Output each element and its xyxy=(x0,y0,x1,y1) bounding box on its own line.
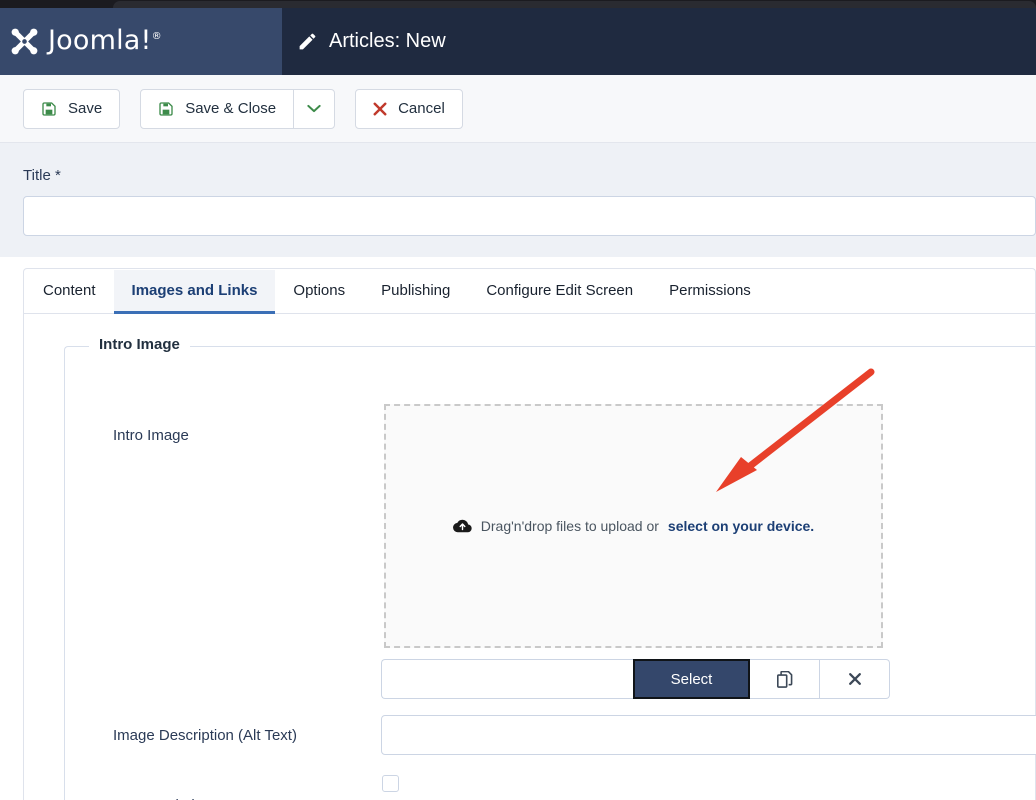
browser-chrome-strip xyxy=(0,0,1036,8)
tab-options[interactable]: Options xyxy=(275,270,363,314)
clear-image-button[interactable] xyxy=(820,659,890,699)
editor-card: Content Images and Links Options Publish… xyxy=(23,268,1036,800)
select-image-button-label: Select xyxy=(670,670,713,688)
joomla-wordmark: Joomla!® xyxy=(48,25,162,56)
joomla-logo[interactable]: Joomla!® xyxy=(8,25,162,58)
image-description-label: Image Description (Alt Text) xyxy=(113,727,297,744)
image-description-input[interactable] xyxy=(381,715,1036,755)
save-dropdown-toggle[interactable] xyxy=(293,89,334,128)
tab-content[interactable]: Content xyxy=(25,270,114,314)
save-button[interactable]: Save xyxy=(23,88,121,129)
tab-bar: Content Images and Links Options Publish… xyxy=(24,269,1035,314)
floppy-disk-icon xyxy=(159,101,173,116)
fieldset-legend: Intro Image xyxy=(89,336,190,353)
save-close-button-group: Save & Close xyxy=(140,88,336,129)
intro-image-path-input[interactable] xyxy=(381,659,633,699)
tab-permissions[interactable]: Permissions xyxy=(651,270,769,314)
page-title-area: Articles: New xyxy=(282,8,1036,75)
select-image-button[interactable]: Select xyxy=(633,659,750,699)
save-and-close-button[interactable]: Save & Close xyxy=(141,90,293,128)
intro-image-dropzone[interactable]: Drag'n'drop files to upload or select on… xyxy=(384,404,883,648)
save-and-close-label: Save & Close xyxy=(185,100,277,117)
title-input[interactable] xyxy=(23,196,1036,236)
toolbar: Save Save & Close Cancel xyxy=(0,75,1036,143)
page-title: Articles: New xyxy=(329,30,446,52)
chevron-down-icon xyxy=(307,104,321,113)
tab-configure-edit-screen[interactable]: Configure Edit Screen xyxy=(468,270,651,314)
joomla-logo-icon xyxy=(11,28,38,55)
screenshot-root: Joomla!® Articles: New Save Save & Close… xyxy=(0,0,1036,800)
dropzone-text: Drag'n'drop files to upload or xyxy=(480,518,659,534)
copy-documents-icon xyxy=(776,670,792,688)
tab-publishing[interactable]: Publishing xyxy=(363,270,468,314)
cancel-button[interactable]: Cancel xyxy=(355,88,463,129)
close-x-icon xyxy=(373,102,387,115)
no-description-checkbox[interactable] xyxy=(382,775,399,792)
admin-header: Joomla!® Articles: New xyxy=(0,8,1036,75)
intro-image-input-group: Select xyxy=(381,659,890,699)
copy-image-button[interactable] xyxy=(750,659,820,699)
pencil-icon xyxy=(299,33,316,50)
dropzone-message: Drag'n'drop files to upload or select on… xyxy=(452,518,814,534)
select-on-device-link[interactable]: select on your device. xyxy=(668,518,814,534)
brand-panel[interactable]: Joomla!® xyxy=(0,8,282,75)
floppy-disk-icon xyxy=(42,101,56,116)
cloud-upload-icon xyxy=(452,519,472,533)
title-label: Title * xyxy=(23,167,61,184)
save-button-label: Save xyxy=(68,100,103,117)
tab-images-and-links[interactable]: Images and Links xyxy=(113,270,276,314)
intro-image-label: Intro Image xyxy=(113,427,189,444)
browser-tab[interactable] xyxy=(113,1,1036,8)
cancel-button-label: Cancel xyxy=(398,100,445,117)
close-x-icon xyxy=(848,673,861,685)
intro-image-fieldset: Intro Image Intro Image Drag'n'drop file… xyxy=(64,336,1036,800)
